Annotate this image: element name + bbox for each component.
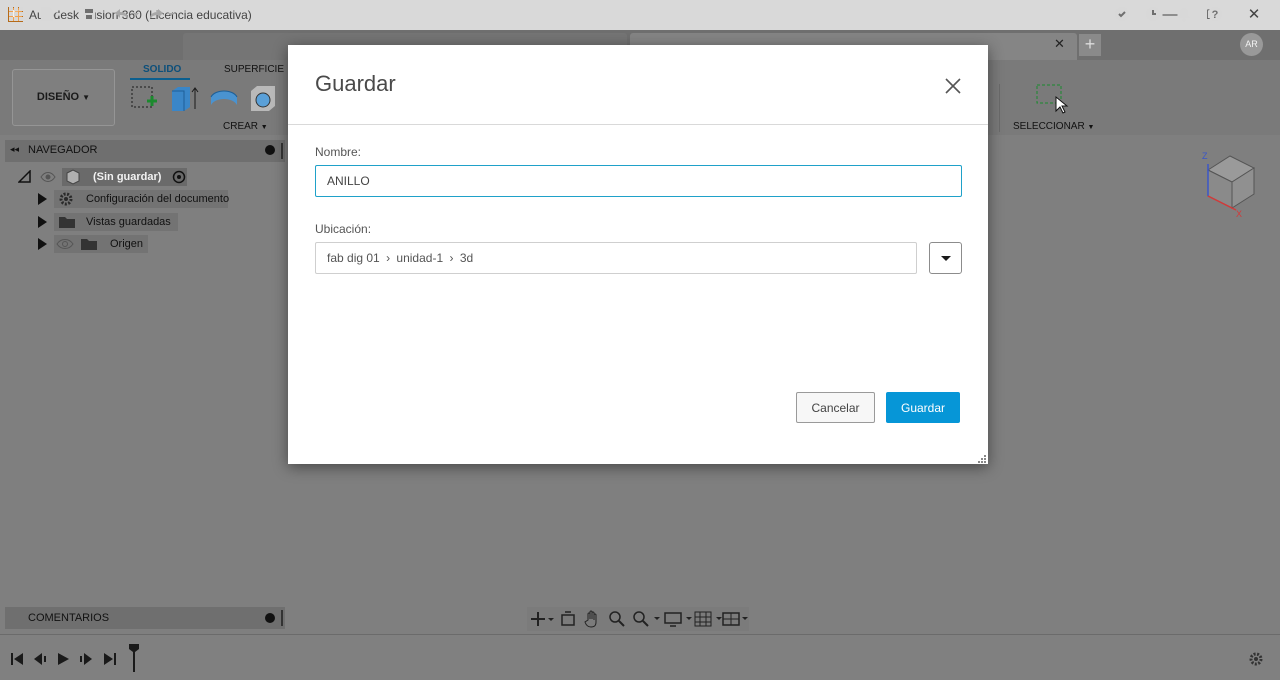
path-separator-icon: › xyxy=(449,251,454,265)
workspace-label: DISEÑO xyxy=(36,91,80,103)
help-icon[interactable]: ? xyxy=(1206,6,1224,24)
close-tab-icon[interactable]: ✕ xyxy=(1054,36,1065,52)
redo-icon[interactable] xyxy=(147,6,175,24)
select-menu-label: SELECCIONAR xyxy=(1013,121,1085,132)
axis-z-label: Z xyxy=(1202,151,1208,161)
location-segment: 3d xyxy=(459,251,474,265)
user-avatar[interactable]: AR xyxy=(1240,33,1263,56)
file-menu-icon[interactable] xyxy=(39,6,62,24)
new-tab-button[interactable]: + xyxy=(1079,34,1101,56)
expand-arrow-icon[interactable] xyxy=(38,238,47,250)
viewports-icon[interactable] xyxy=(722,610,752,631)
browser-item-document-settings[interactable]: Configuración del documento xyxy=(38,190,230,208)
select-menu[interactable]: SELECCIONAR ▼ xyxy=(1013,121,1094,132)
workspace-switcher[interactable]: DISEÑO ▼ xyxy=(12,69,115,126)
step-forward-icon[interactable] xyxy=(79,652,93,669)
minimize-panel-icon[interactable] xyxy=(265,145,275,155)
gear-icon xyxy=(58,191,74,213)
timeline-bar xyxy=(0,634,1280,680)
root-label: (Sin guardar) xyxy=(93,171,162,183)
collapse-panel-icon[interactable]: ◂◂ xyxy=(10,144,19,155)
viewcube[interactable]: Z X xyxy=(1198,150,1260,220)
history-clock-icon[interactable] xyxy=(1144,6,1162,24)
chevron-down-icon: ▼ xyxy=(1087,124,1095,131)
panel-drag-handle[interactable] xyxy=(281,610,283,626)
title-bar: F Autodesk Fusion 360 (Licencia educativ… xyxy=(0,0,1280,30)
zoom-icon[interactable] xyxy=(608,610,626,631)
comments-title: COMENTARIOS xyxy=(28,612,110,624)
save-dialog: Guardar Nombre: Ubicación: fab dig 01 › … xyxy=(288,45,988,464)
browser-item-origin[interactable]: Origen xyxy=(38,235,148,253)
ribbon-divider xyxy=(999,84,1000,132)
tab-superficie[interactable]: SUPERFICIE xyxy=(224,64,284,75)
timeline-settings-gear-icon[interactable] xyxy=(1248,651,1264,670)
create-menu[interactable]: CREAR ▼ xyxy=(223,121,268,132)
resize-grip-icon[interactable] xyxy=(977,453,987,467)
look-at-icon[interactable] xyxy=(560,611,576,630)
save-icon[interactable] xyxy=(80,6,98,24)
go-to-end-icon[interactable] xyxy=(103,652,117,669)
revolve-icon[interactable] xyxy=(209,83,239,113)
job-status-icon[interactable] xyxy=(1113,6,1131,24)
create-menu-label: CREAR xyxy=(223,121,259,132)
add-comment-icon[interactable] xyxy=(265,613,275,623)
name-label: Nombre: xyxy=(315,145,362,159)
browser-root-node[interactable]: (Sin guardar) xyxy=(17,168,193,186)
dialog-divider xyxy=(288,124,988,125)
extrude-icon[interactable] xyxy=(169,83,199,113)
name-input[interactable] xyxy=(315,165,962,197)
close-dialog-icon[interactable] xyxy=(942,75,964,97)
browser-panel-header: ◂◂ NAVEGADOR xyxy=(5,140,285,162)
orbit-icon[interactable] xyxy=(530,611,554,630)
timeline-marker-icon[interactable] xyxy=(128,643,140,676)
browser-item-label: Vistas guardadas xyxy=(86,216,171,228)
browser-item-saved-views[interactable]: Vistas guardadas xyxy=(38,213,178,231)
path-separator-icon: › xyxy=(386,251,391,265)
display-settings-icon[interactable] xyxy=(664,610,694,631)
notifications-bell-icon[interactable] xyxy=(1175,6,1193,24)
browser-item-label: Configuración del documento xyxy=(86,193,230,205)
close-window-button[interactable]: ✕ xyxy=(1241,5,1267,25)
cancel-button[interactable]: Cancelar xyxy=(796,392,875,423)
data-panel-grid-icon[interactable] xyxy=(7,6,25,24)
navigation-bar xyxy=(527,607,749,631)
active-tab-underline xyxy=(130,78,190,80)
expand-arrow-icon[interactable] xyxy=(38,193,47,205)
save-button[interactable]: Guardar xyxy=(886,392,960,423)
grid-settings-icon[interactable] xyxy=(694,610,724,631)
step-back-icon[interactable] xyxy=(33,652,47,669)
location-dropdown-button[interactable] xyxy=(929,242,962,274)
browser-title: NAVEGADOR xyxy=(28,144,98,156)
create-sketch-icon[interactable] xyxy=(129,83,159,113)
go-to-start-icon[interactable] xyxy=(10,652,24,669)
location-segment: unidad-1 xyxy=(396,251,444,265)
tab-solido[interactable]: SOLIDO xyxy=(143,64,181,75)
folder-icon xyxy=(58,214,76,236)
visibility-eye-icon[interactable] xyxy=(40,169,56,191)
activate-radio-icon[interactable] xyxy=(172,170,186,190)
expand-root-icon[interactable] xyxy=(17,169,32,190)
location-label: Ubicación: xyxy=(315,222,372,236)
comments-panel-header: COMENTARIOS xyxy=(5,607,285,629)
chevron-down-icon: ▼ xyxy=(82,93,91,102)
expand-arrow-icon[interactable] xyxy=(38,216,47,228)
folder-icon xyxy=(80,236,98,258)
browser-item-label: Origen xyxy=(110,238,144,250)
chevron-down-icon: ▼ xyxy=(260,124,268,131)
axis-x-label: X xyxy=(1236,209,1243,219)
location-path-field[interactable]: fab dig 01 › unidad-1 › 3d xyxy=(315,242,917,274)
select-icon[interactable] xyxy=(1035,83,1071,115)
visibility-hidden-eye-icon[interactable] xyxy=(56,236,74,258)
undo-icon[interactable] xyxy=(112,6,140,24)
fit-view-icon[interactable] xyxy=(632,610,662,631)
play-icon[interactable] xyxy=(56,652,70,669)
pan-hand-icon[interactable] xyxy=(584,610,600,631)
hole-icon[interactable] xyxy=(249,83,279,113)
component-icon xyxy=(65,169,81,191)
chevron-down-icon xyxy=(941,256,951,261)
panel-drag-handle[interactable] xyxy=(281,143,283,159)
svg-text:?: ? xyxy=(1212,9,1219,21)
location-segment: fab dig 01 xyxy=(327,251,380,265)
dialog-title: Guardar xyxy=(315,71,396,96)
